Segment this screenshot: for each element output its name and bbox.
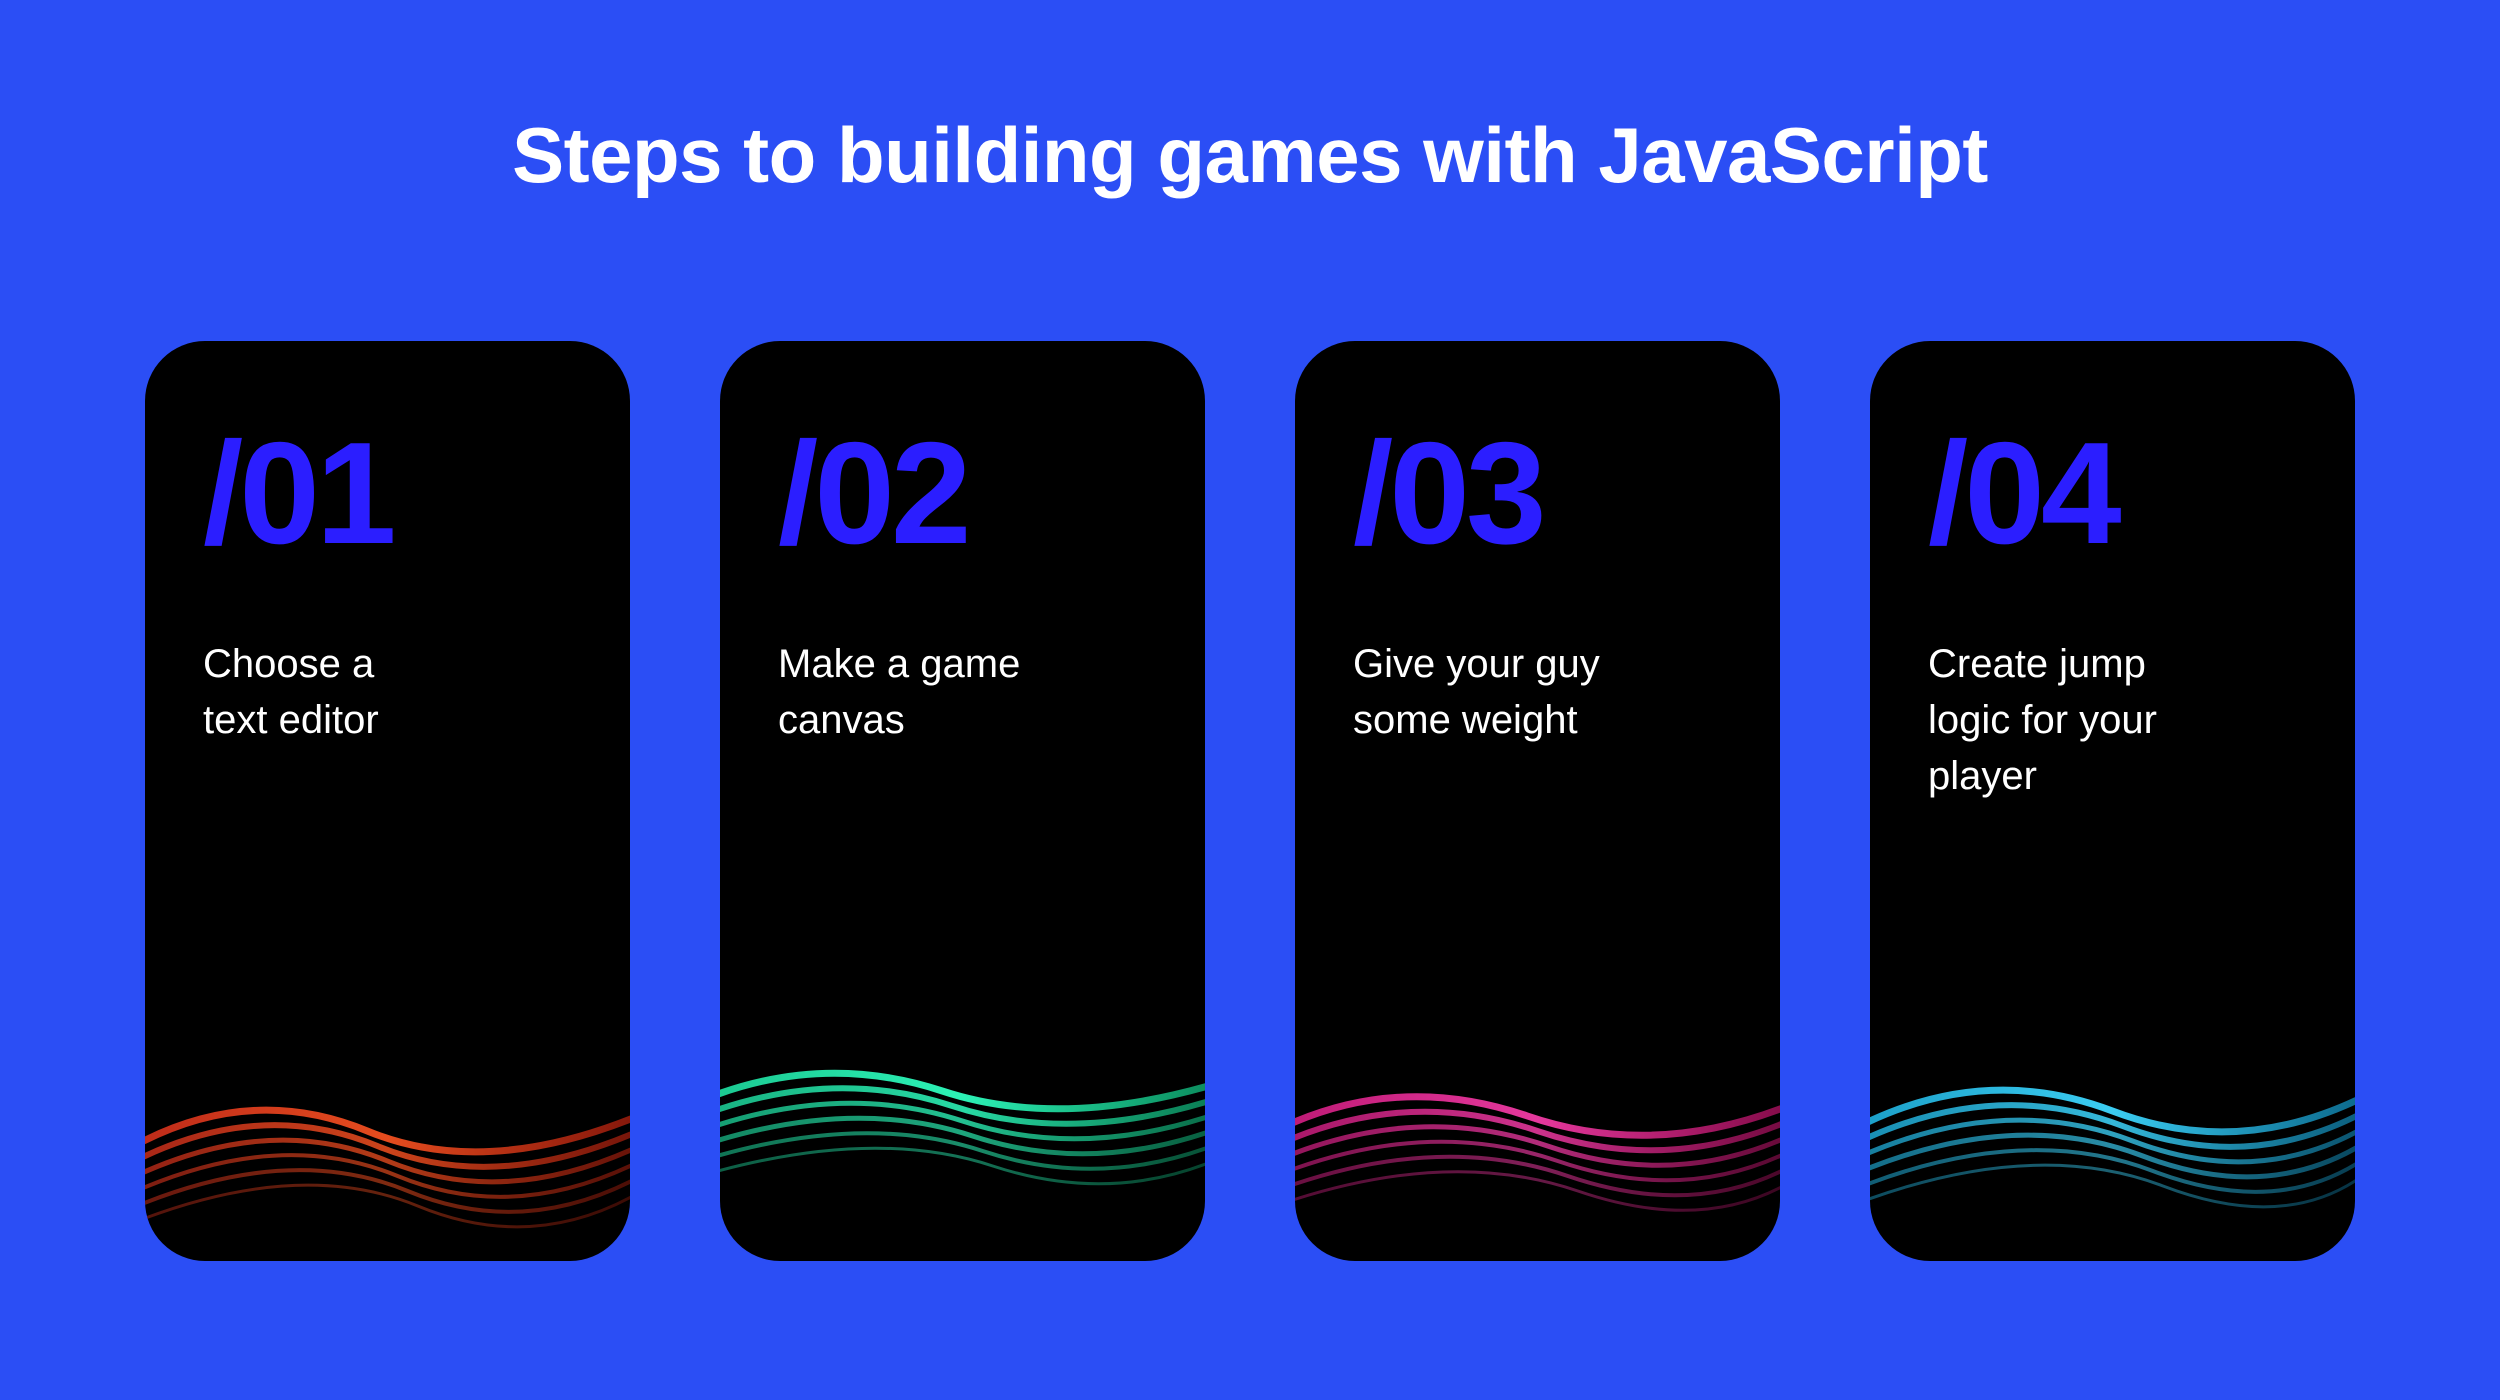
step-card-3: /03 Give your guy some weight — [1295, 341, 1780, 1261]
step-number: /04 — [1928, 421, 2297, 566]
step-text: Make a game canvas — [778, 636, 1147, 748]
wave-decoration — [145, 1001, 630, 1261]
wave-decoration — [1870, 1001, 2355, 1261]
step-number: /03 — [1353, 421, 1722, 566]
wave-decoration — [720, 1001, 1205, 1261]
step-card-2: /02 Make a game canvas — [720, 341, 1205, 1261]
step-text: Create jump logic for your player — [1928, 636, 2297, 804]
step-text: Choose a text editor — [203, 636, 572, 748]
page-title: Steps to building games with JavaScript — [512, 110, 1988, 201]
step-card-4: /04 Create jump logic for your player — [1870, 341, 2355, 1261]
wave-decoration — [1295, 1001, 1780, 1261]
step-card-1: /01 Choose a text editor — [145, 341, 630, 1261]
step-number: /02 — [778, 421, 1147, 566]
cards-row: /01 Choose a text editor /02 — [145, 341, 2355, 1261]
step-text: Give your guy some weight — [1353, 636, 1722, 748]
step-number: /01 — [203, 421, 572, 566]
